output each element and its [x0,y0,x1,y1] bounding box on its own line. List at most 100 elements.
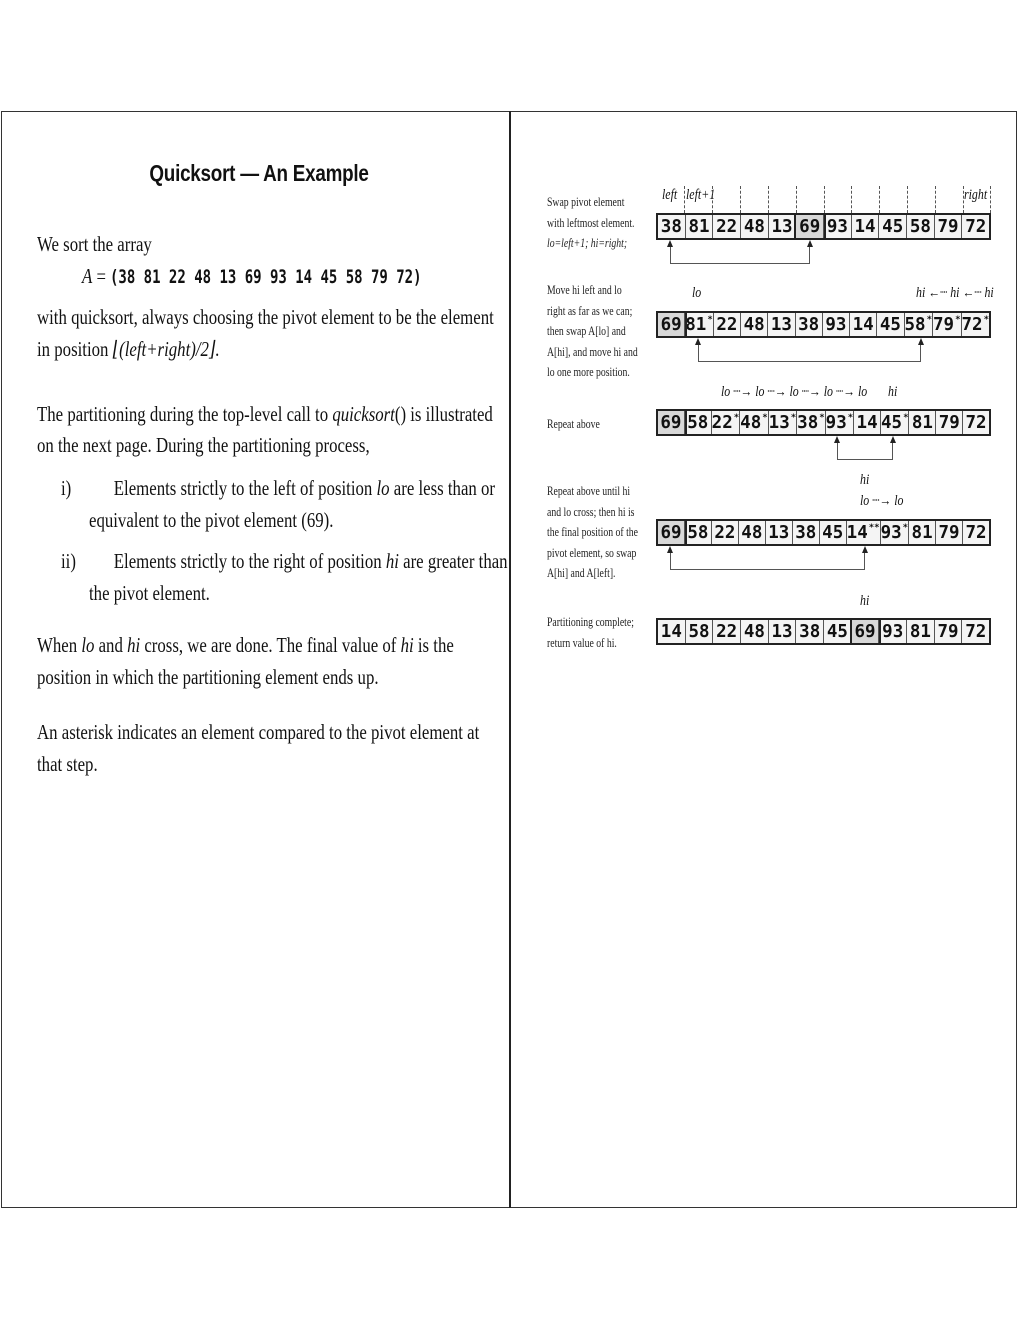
pivot-formula: ⌊(left+right)/2⌋. [112,337,220,361]
column-tick [879,186,881,213]
list-item-cont: equivalent to the pivot element (69). [89,508,334,532]
cell-value: 13 [771,621,793,642]
lo-sequence-label: lo ┈→ lo ┈→ lo ┈→ lo ┈→ lo [721,384,868,400]
cell-value: 13 [771,216,793,237]
array-cell: 81 * [685,313,714,336]
compared-asterisk: * [733,412,740,423]
lo-label: lo [692,285,702,301]
para4-line2: that step. [37,752,98,776]
desc-line: right as far as we can; [547,303,633,318]
cell-value: 14 [856,412,878,433]
list-number: ii) [61,549,76,573]
cell-value: 13 [768,522,790,543]
array-cell: 58 * [904,313,933,336]
list-var: lo [376,476,390,500]
array-cell: 22 * [711,411,741,434]
cell-value: 58 [688,621,710,642]
left-label: left [662,187,678,203]
cell-value: 14 [660,621,682,642]
cell-value: 22 [714,522,736,543]
cell-value: 48 [743,216,765,237]
column-tick [739,186,741,213]
array-cell: 79 [934,215,963,238]
cell-value: 79 [937,216,959,237]
desc-line: lo=left+1; hi=right; [547,236,628,250]
cell-value: 93 [826,216,848,237]
cell-value: 38 [799,621,821,642]
array-cell: 13 [768,313,796,336]
array-cell: 58 [684,411,712,434]
hi-sequence-label: hi ←┈ hi ←┈ hi [916,285,994,301]
cell-value: 22 [716,314,738,335]
cell-value: 72 [965,522,987,543]
array-cell: 22 [713,313,741,336]
compared-asterisk: ** [868,522,880,533]
array-cell: 14 [854,411,881,434]
list-text-post: are less than or [389,476,496,500]
para1-line1: with quicksort, always choosing the pivo… [37,305,494,329]
cell-value: 22 [716,621,738,642]
para2-line1: The partitioning during the top-level ca… [37,399,493,430]
array-cell: 93 [822,313,850,336]
array-row-step5: 14 58 22 48 13 38 45 69 93 81 79 72 [656,618,991,645]
cell-value: 14 [846,522,868,543]
array-cell: 72 [963,411,989,434]
array-cell: 13 [768,620,797,643]
array-cell: 38 [658,215,686,238]
intro-text: We sort the array [37,232,152,256]
para1-line2: in position ⌊(left+right)/2⌋. [37,334,220,365]
array-cell: 14 ** [846,521,881,544]
desc-line: then swap A[lo] and [547,324,626,338]
cell-value: 79 [938,522,960,543]
para2-text: The partitioning during the top-level ca… [37,402,333,426]
compared-asterisk: * [903,412,909,423]
list-text-post: are greater than [398,549,508,573]
cell-value: 45 [882,216,904,237]
column-tick [711,186,713,213]
hi-label: hi [860,472,870,488]
cell-value: 93 [882,621,904,642]
cell-value: 81 [688,216,710,237]
desc-line: pivot element, so swap [547,545,637,560]
array-cell: 81 [907,620,935,643]
array-cell: 79 [936,521,963,544]
array-cell: 58 [684,521,712,544]
compared-asterisk: * [955,314,961,325]
page-title: Quicksort — An Example [149,160,369,186]
left-plus-1-label: left+1 [686,187,716,203]
pivot-cell: 69 [656,519,687,546]
array-cell: 38 * [797,411,826,434]
desc-line: Partitioning complete; [547,615,634,629]
column-tick [935,186,937,213]
cell-value: 79 [933,314,955,335]
array-cell: 45 [824,620,852,643]
cell-value: 58 [904,314,926,335]
compared-asterisk: * [819,412,825,423]
para3-text: and [94,633,128,657]
array-cell: 14 [850,313,878,336]
array-cell: 93 [824,215,852,238]
array-row-step4: 69 58 22 48 13 38 45 14 ** 93 * 81 79 72 [656,519,991,546]
desc-line: Swap pivot element [547,195,625,209]
array-cell: 72 [962,215,990,238]
array-cell: 48 [741,215,769,238]
array-cell: 13 * [768,411,798,434]
cell-value: 81 [911,522,933,543]
cell-value: 93 [825,314,847,335]
step1-desc: Swap pivot element with leftmost element… [547,192,634,254]
para3-var: hi [400,633,414,657]
array-cell: 79 [934,620,963,643]
cell-value: 22 [716,216,738,237]
array-cell: 13 [765,521,793,544]
desc-line: A[hi] and A[left]. [547,566,616,580]
array-cell: 81 [909,521,937,544]
desc-line: Move hi left and lo [547,283,622,297]
array-cell: 45 [877,313,905,336]
pivot-cell: 69 [849,618,882,645]
desc-line: Repeat above until hi [547,484,631,498]
array-cell: 93 * [825,411,855,434]
array-row-step2: 69 81 * 22 48 13 38 93 14 45 58 * 79 * 72 * [655,311,991,338]
cell-value: 93 [880,522,902,543]
compared-asterisk: * [847,412,854,423]
cell-value: 14 [852,314,874,335]
